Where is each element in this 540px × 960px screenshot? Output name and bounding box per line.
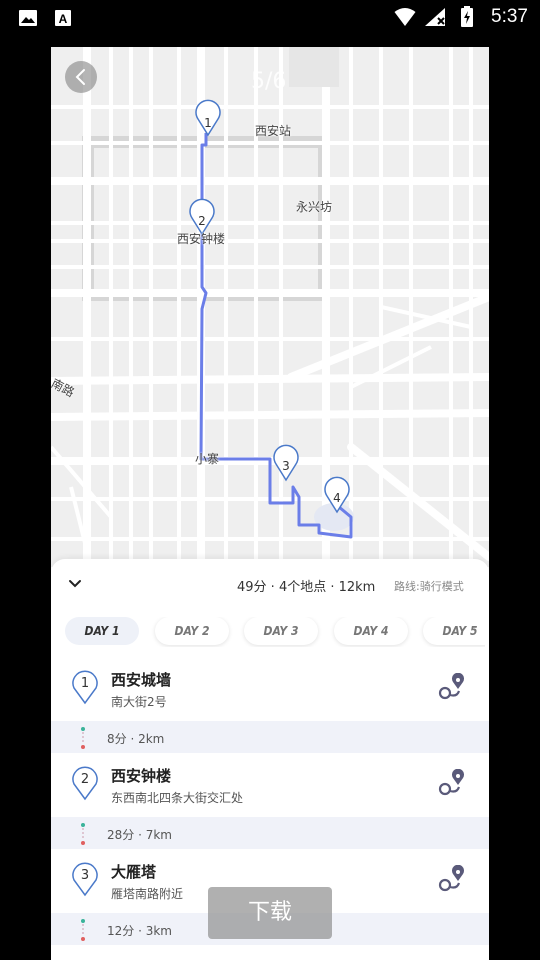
chevron-left-icon — [75, 69, 85, 85]
clock: 5:37 — [491, 6, 528, 27]
map-label-xiaozhai: 小寨 — [195, 452, 220, 466]
route-navigate-icon[interactable] — [437, 865, 467, 893]
map-view[interactable]: 1 2 3 4 西安站 永兴坊 西安钟楼 南路 小寨 5/6 — [51, 47, 489, 567]
route-navigate-icon[interactable] — [437, 769, 467, 797]
list-item-stop[interactable]: 1 西安城墙 南大街2号 — [51, 657, 489, 721]
leg-dots-icon — [81, 823, 85, 845]
route-leg: 28分 · 7km — [51, 817, 489, 849]
leg-duration-distance: 8分 · 2km — [107, 732, 165, 746]
list-item-stop[interactable]: 2 西安钟楼 东西南北四条大街交汇处 — [51, 753, 489, 817]
svg-text:1: 1 — [81, 676, 89, 691]
location-pin-icon: 2 — [72, 766, 98, 801]
trip-summary: 49分 · 4个地点 · 12km — [237, 580, 376, 595]
map-marker-2[interactable]: 2 — [189, 198, 215, 236]
stop-name: 西安城墙 — [111, 671, 172, 689]
route-navigate-icon[interactable] — [437, 673, 467, 701]
svg-text:A: A — [59, 12, 68, 26]
tab-day-4[interactable]: DAY 4 — [334, 617, 408, 645]
tab-day-3[interactable]: DAY 3 — [244, 617, 318, 645]
location-pin-icon: 3 — [72, 862, 98, 897]
tab-day-5[interactable]: DAY 5 — [423, 617, 485, 645]
map-label-bell-tower: 西安钟楼 — [177, 232, 226, 246]
status-bar: A 5:37 — [0, 0, 540, 36]
map-label-yongxingfang: 永兴坊 — [296, 200, 333, 214]
svg-text:3: 3 — [81, 868, 89, 883]
battery-icon — [461, 6, 473, 27]
wifi-icon — [394, 8, 416, 26]
back-button[interactable] — [65, 61, 97, 93]
chevron-down-icon[interactable] — [67, 577, 83, 591]
tab-day-2[interactable]: DAY 2 — [155, 617, 229, 645]
stop-address: 南大街2号 — [111, 695, 167, 709]
svg-text:4: 4 — [333, 491, 341, 505]
route-leg: 8分 · 2km — [51, 721, 489, 753]
map-marker-3[interactable]: 3 — [273, 444, 299, 482]
svg-text:1: 1 — [204, 116, 212, 130]
svg-text:3: 3 — [282, 459, 290, 473]
stop-address: 雁塔南路附近 — [111, 887, 184, 901]
route-mode[interactable]: 路线:骑行模式 — [394, 578, 464, 594]
gallery-icon — [19, 10, 37, 26]
leg-dots-icon — [81, 727, 85, 749]
map-label-xian-station: 西安站 — [255, 124, 292, 138]
leg-dots-icon — [81, 919, 85, 941]
stop-name: 大雁塔 — [111, 863, 157, 881]
svg-text:2: 2 — [198, 214, 206, 228]
stop-address: 东西南北四条大街交汇处 — [111, 791, 244, 805]
location-pin-icon: 1 — [72, 670, 98, 705]
tab-day-1[interactable]: DAY 1 — [65, 617, 139, 645]
download-button[interactable]: 下载 — [208, 887, 332, 939]
app-screen: 1 2 3 4 西安站 永兴坊 西安钟楼 南路 小寨 5/6 49分 · 4个地… — [51, 47, 489, 960]
svg-text:2: 2 — [81, 772, 89, 787]
stop-name: 西安钟楼 — [111, 767, 172, 785]
day-tabs: DAY 1 DAY 2 DAY 3 DAY 4 DAY 5 — [65, 617, 485, 647]
signal-icon — [425, 8, 445, 26]
leg-duration-distance: 12分 · 3km — [107, 924, 172, 938]
text-app-icon: A — [55, 10, 71, 26]
leg-duration-distance: 28分 · 7km — [107, 828, 172, 842]
page-counter: 5/6 — [251, 69, 287, 94]
